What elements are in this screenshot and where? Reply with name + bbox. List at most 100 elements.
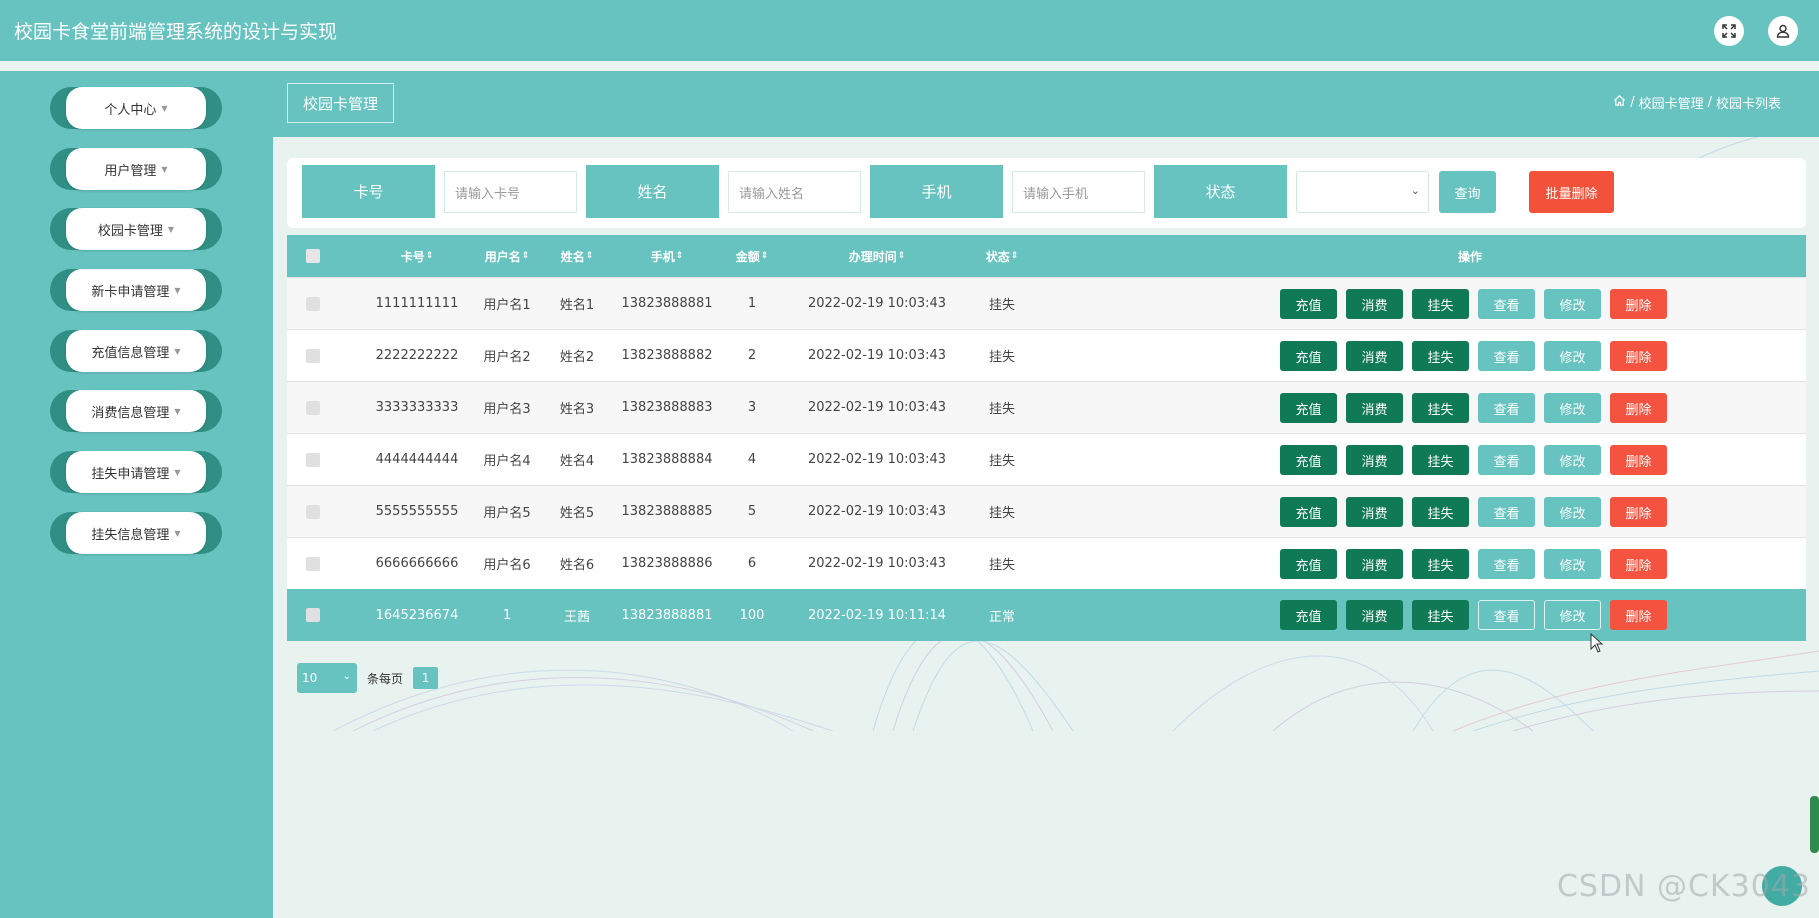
page-number-current[interactable]: 1: [413, 667, 439, 689]
report-loss-button[interactable]: 挂失: [1412, 549, 1469, 579]
name-input[interactable]: 请输入姓名: [728, 171, 861, 213]
view-button[interactable]: 查看: [1478, 497, 1535, 527]
status-label: 状态: [1154, 165, 1287, 218]
user-icon[interactable]: [1768, 16, 1798, 46]
report-loss-button[interactable]: 挂失: [1412, 445, 1469, 475]
query-button[interactable]: 查询: [1439, 171, 1496, 213]
view-button[interactable]: 查看: [1478, 445, 1535, 475]
consume-button[interactable]: 消费: [1346, 341, 1403, 371]
cell-card: 2222222222: [375, 348, 459, 363]
col-header-phone[interactable]: 手机 ⇕: [602, 235, 732, 277]
caret-down-icon: ▼: [174, 528, 181, 538]
row-checkbox[interactable]: [306, 401, 320, 415]
delete-button[interactable]: 删除: [1610, 341, 1667, 371]
edit-button[interactable]: 修改: [1544, 600, 1601, 630]
view-button[interactable]: 查看: [1478, 393, 1535, 423]
recharge-button[interactable]: 充值: [1280, 600, 1337, 630]
cell-card: 5555555555: [375, 504, 459, 519]
delete-button[interactable]: 删除: [1610, 289, 1667, 319]
col-header-username[interactable]: 用户名 ⇕: [467, 235, 547, 277]
sidebar-item-new-card-application[interactable]: 新卡申请管理 ▼: [50, 269, 222, 311]
card-number-input[interactable]: 请输入卡号: [444, 171, 577, 213]
sidebar-item-consumption-info[interactable]: 消费信息管理 ▼: [50, 390, 222, 432]
breadcrumb-item-module[interactable]: 校园卡管理: [1639, 93, 1704, 112]
delete-button[interactable]: 删除: [1610, 393, 1667, 423]
cell-time: 2022-02-19 10:11:14: [807, 607, 947, 623]
recharge-button[interactable]: 充值: [1280, 289, 1337, 319]
report-loss-button[interactable]: 挂失: [1412, 497, 1469, 527]
sidebar-item-personal-center[interactable]: 个人中心 ▼: [50, 87, 222, 129]
delete-button[interactable]: 删除: [1610, 549, 1667, 579]
row-checkbox[interactable]: [306, 453, 320, 467]
row-checkbox[interactable]: [306, 297, 320, 311]
view-button[interactable]: 查看: [1478, 289, 1535, 319]
home-icon[interactable]: [1613, 94, 1626, 111]
table-row: 2222222222 用户名2 姓名2 13823888882 2 2022-0…: [287, 329, 1806, 381]
select-all-checkbox[interactable]: [306, 249, 320, 263]
batch-delete-button[interactable]: 批量删除: [1529, 171, 1614, 213]
consume-button[interactable]: 消费: [1346, 445, 1403, 475]
edit-button[interactable]: 修改: [1544, 393, 1601, 423]
per-page-label: 条每页: [367, 671, 404, 686]
cell-username: 1: [502, 607, 512, 623]
cell-phone: 13823888884: [621, 452, 713, 467]
consume-button[interactable]: 消费: [1346, 393, 1403, 423]
report-loss-button[interactable]: 挂失: [1412, 341, 1469, 371]
delete-button[interactable]: 删除: [1610, 445, 1667, 475]
page-size-select[interactable]: 10 ⌄: [297, 663, 357, 693]
sidebar-item-loss-application[interactable]: 挂失申请管理 ▼: [50, 451, 222, 493]
caret-down-icon: ▼: [161, 103, 168, 113]
row-checkbox[interactable]: [306, 505, 320, 519]
breadcrumb-separator: /: [1707, 95, 1712, 110]
row-checkbox[interactable]: [306, 608, 320, 622]
main-content: 校园卡管理 / 校园卡管理 / 校园卡列表 卡号 请输入卡号 姓名 请输入姓名 …: [273, 71, 1819, 918]
consume-button[interactable]: 消费: [1346, 549, 1403, 579]
caret-down-icon: ▼: [174, 406, 181, 416]
phone-input[interactable]: 请输入手机: [1012, 171, 1145, 213]
col-header-amount[interactable]: 金额 ⇕: [717, 235, 787, 277]
consume-button[interactable]: 消费: [1346, 497, 1403, 527]
consume-button[interactable]: 消费: [1346, 289, 1403, 319]
view-button[interactable]: 查看: [1478, 549, 1535, 579]
cell-status: 挂失: [988, 454, 1015, 469]
edit-button[interactable]: 修改: [1544, 549, 1601, 579]
recharge-button[interactable]: 充值: [1280, 341, 1337, 371]
sidebar-item-user-management[interactable]: 用户管理 ▼: [50, 148, 222, 190]
status-select[interactable]: ⌄: [1296, 171, 1429, 213]
view-button[interactable]: 查看: [1478, 600, 1535, 630]
delete-button[interactable]: 删除: [1610, 497, 1667, 527]
recharge-button[interactable]: 充值: [1280, 497, 1337, 527]
col-header-status[interactable]: 状态 ⇕: [957, 235, 1047, 277]
view-button[interactable]: 查看: [1478, 341, 1535, 371]
report-loss-button[interactable]: 挂失: [1412, 393, 1469, 423]
report-loss-button[interactable]: 挂失: [1412, 600, 1469, 630]
cell-phone: 13823888881: [621, 607, 713, 623]
module-tab[interactable]: 校园卡管理: [287, 83, 395, 123]
caret-down-icon: ▼: [161, 164, 168, 174]
cell-amount: 1: [747, 296, 757, 311]
col-header-time[interactable]: 办理时间 ⇕: [782, 235, 972, 277]
consume-button[interactable]: 消费: [1346, 600, 1403, 630]
delete-button[interactable]: 删除: [1610, 600, 1667, 630]
edit-button[interactable]: 修改: [1544, 341, 1601, 371]
report-loss-button[interactable]: 挂失: [1412, 289, 1469, 319]
sidebar-item-recharge-info[interactable]: 充值信息管理 ▼: [50, 330, 222, 372]
cell-amount: 5: [747, 504, 757, 519]
edit-button[interactable]: 修改: [1544, 445, 1601, 475]
recharge-button[interactable]: 充值: [1280, 549, 1337, 579]
cell-amount: 100: [739, 607, 765, 623]
table-row: 3333333333 用户名3 姓名3 13823888883 3 2022-0…: [287, 381, 1806, 433]
fullscreen-icon[interactable]: [1714, 16, 1744, 46]
row-checkbox[interactable]: [306, 557, 320, 571]
edit-button[interactable]: 修改: [1544, 289, 1601, 319]
cell-phone: 13823888885: [621, 504, 713, 519]
cell-card: 1111111111: [375, 296, 459, 311]
col-header-card[interactable]: 卡号 ⇕: [357, 235, 477, 277]
recharge-button[interactable]: 充值: [1280, 445, 1337, 475]
sidebar-item-loss-info[interactable]: 挂失信息管理 ▼: [50, 512, 222, 554]
scrollbar[interactable]: [1810, 796, 1819, 853]
sidebar-item-campus-card-management[interactable]: 校园卡管理 ▼: [50, 208, 222, 250]
edit-button[interactable]: 修改: [1544, 497, 1601, 527]
row-checkbox[interactable]: [306, 349, 320, 363]
recharge-button[interactable]: 充值: [1280, 393, 1337, 423]
